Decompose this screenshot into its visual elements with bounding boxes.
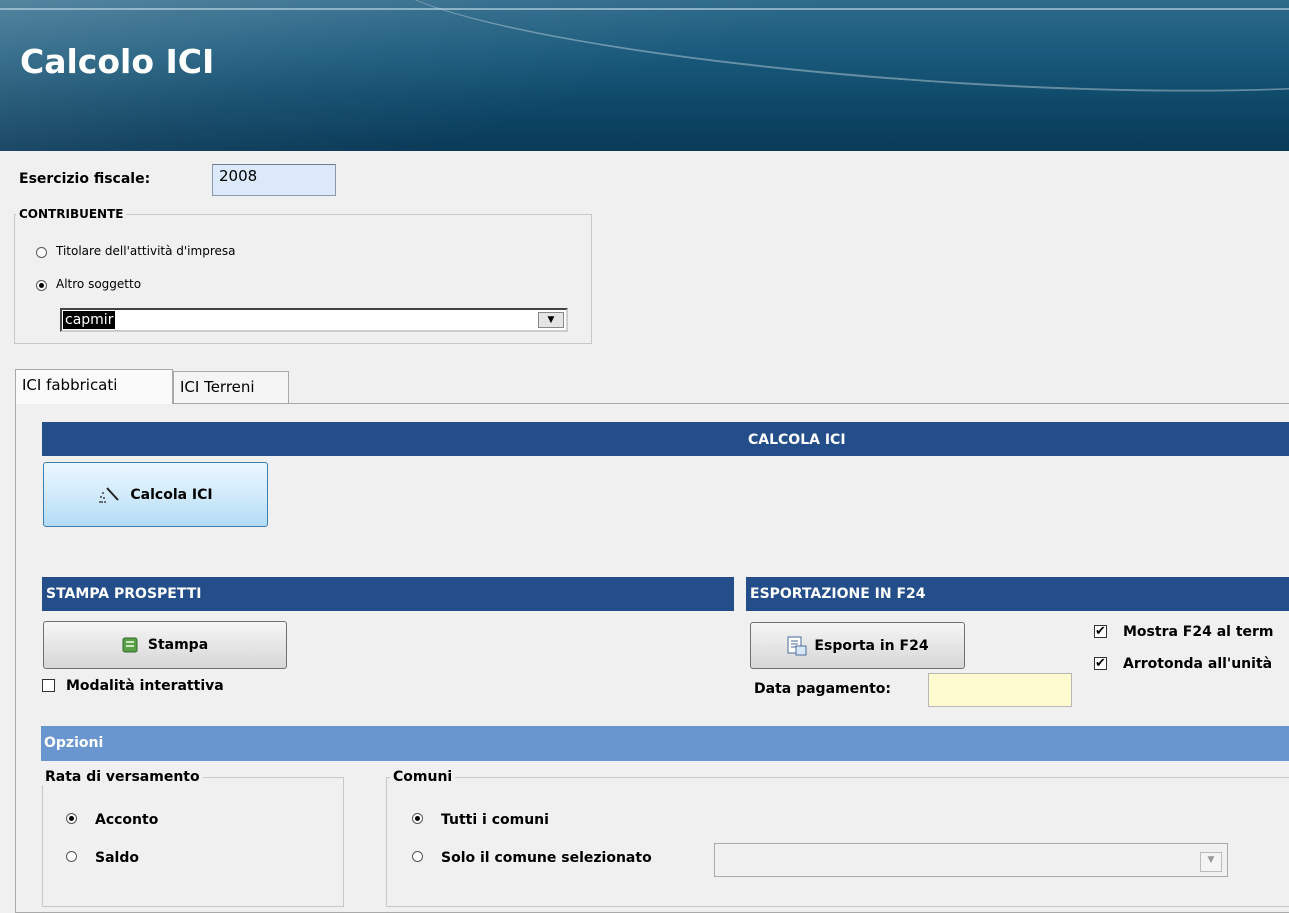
radio-altro-label: Altro soggetto: [56, 277, 142, 291]
mostra-f24-label: Mostra F24 al term: [1123, 624, 1274, 640]
page-title: Calcolo ICI: [20, 42, 215, 81]
radio-saldo[interactable]: [66, 851, 77, 862]
calcola-ici-button-label: Calcola ICI: [130, 486, 213, 503]
fiscal-year-field[interactable]: 2008: [212, 164, 336, 196]
comune-combo[interactable]: [714, 843, 1228, 877]
wand-icon: [99, 486, 120, 503]
radio-acconto[interactable]: [66, 813, 77, 824]
radio-solo-comune-label: Solo il comune selezionato: [441, 850, 652, 866]
contribuente-legend: CONTRIBUENTE: [16, 207, 127, 221]
export-header: ESPORTAZIONE IN F24: [746, 577, 1289, 611]
rata-legend: Rata di versamento: [42, 769, 203, 785]
rata-group: [42, 777, 344, 907]
comuni-legend: Comuni: [390, 769, 456, 785]
radio-altro-soggetto[interactable]: [36, 280, 47, 291]
contribuente-combo[interactable]: [60, 308, 568, 332]
stampa-button[interactable]: Stampa: [43, 621, 287, 669]
radio-tutti-comuni[interactable]: [412, 813, 423, 824]
contribuente-combo-value: capmir: [63, 311, 116, 329]
stampa-header: STAMPA PROSPETTI: [42, 577, 734, 611]
radio-solo-comune[interactable]: [412, 851, 423, 862]
chevron-down-icon[interactable]: ▼: [1200, 852, 1222, 872]
arrotonda-label: Arrotonda all'unità: [1123, 656, 1273, 672]
export-f24-button[interactable]: Esporta in F24: [750, 622, 965, 669]
radio-titolare-label: Titolare dell'attività d'impresa: [56, 244, 236, 258]
tab-ici-terreni[interactable]: ICI Terreni: [173, 371, 289, 403]
radio-acconto-label: Acconto: [95, 812, 159, 828]
radio-saldo-label: Saldo: [95, 850, 139, 866]
banner-topline: [0, 8, 1289, 10]
date-label: Data pagamento:: [754, 681, 891, 697]
tab-ici-fabbricati[interactable]: ICI fabbricati: [15, 369, 173, 404]
export-f24-button-label: Esporta in F24: [814, 637, 929, 654]
arrotonda-checkbox[interactable]: ✔: [1094, 657, 1107, 670]
mostra-f24-checkbox[interactable]: ✔: [1094, 625, 1107, 638]
export-icon: [787, 636, 807, 655]
calcola-ici-button[interactable]: Calcola ICI: [43, 462, 268, 527]
print-icon: [122, 637, 138, 653]
interactive-checkbox[interactable]: [42, 679, 55, 692]
date-pagamento-field[interactable]: [928, 673, 1072, 707]
interactive-label: Modalità interattiva: [66, 678, 224, 694]
stampa-button-label: Stampa: [147, 637, 209, 653]
opzioni-header: Opzioni: [41, 726, 1289, 761]
radio-titolare[interactable]: [36, 247, 47, 258]
radio-tutti-comuni-label: Tutti i comuni: [441, 812, 549, 828]
fiscal-year-label: Esercizio fiscale:: [19, 171, 151, 187]
chevron-down-icon[interactable]: ▼: [538, 312, 564, 328]
calcola-header: CALCOLA ICI: [42, 422, 1289, 456]
comuni-group: [386, 777, 1289, 907]
